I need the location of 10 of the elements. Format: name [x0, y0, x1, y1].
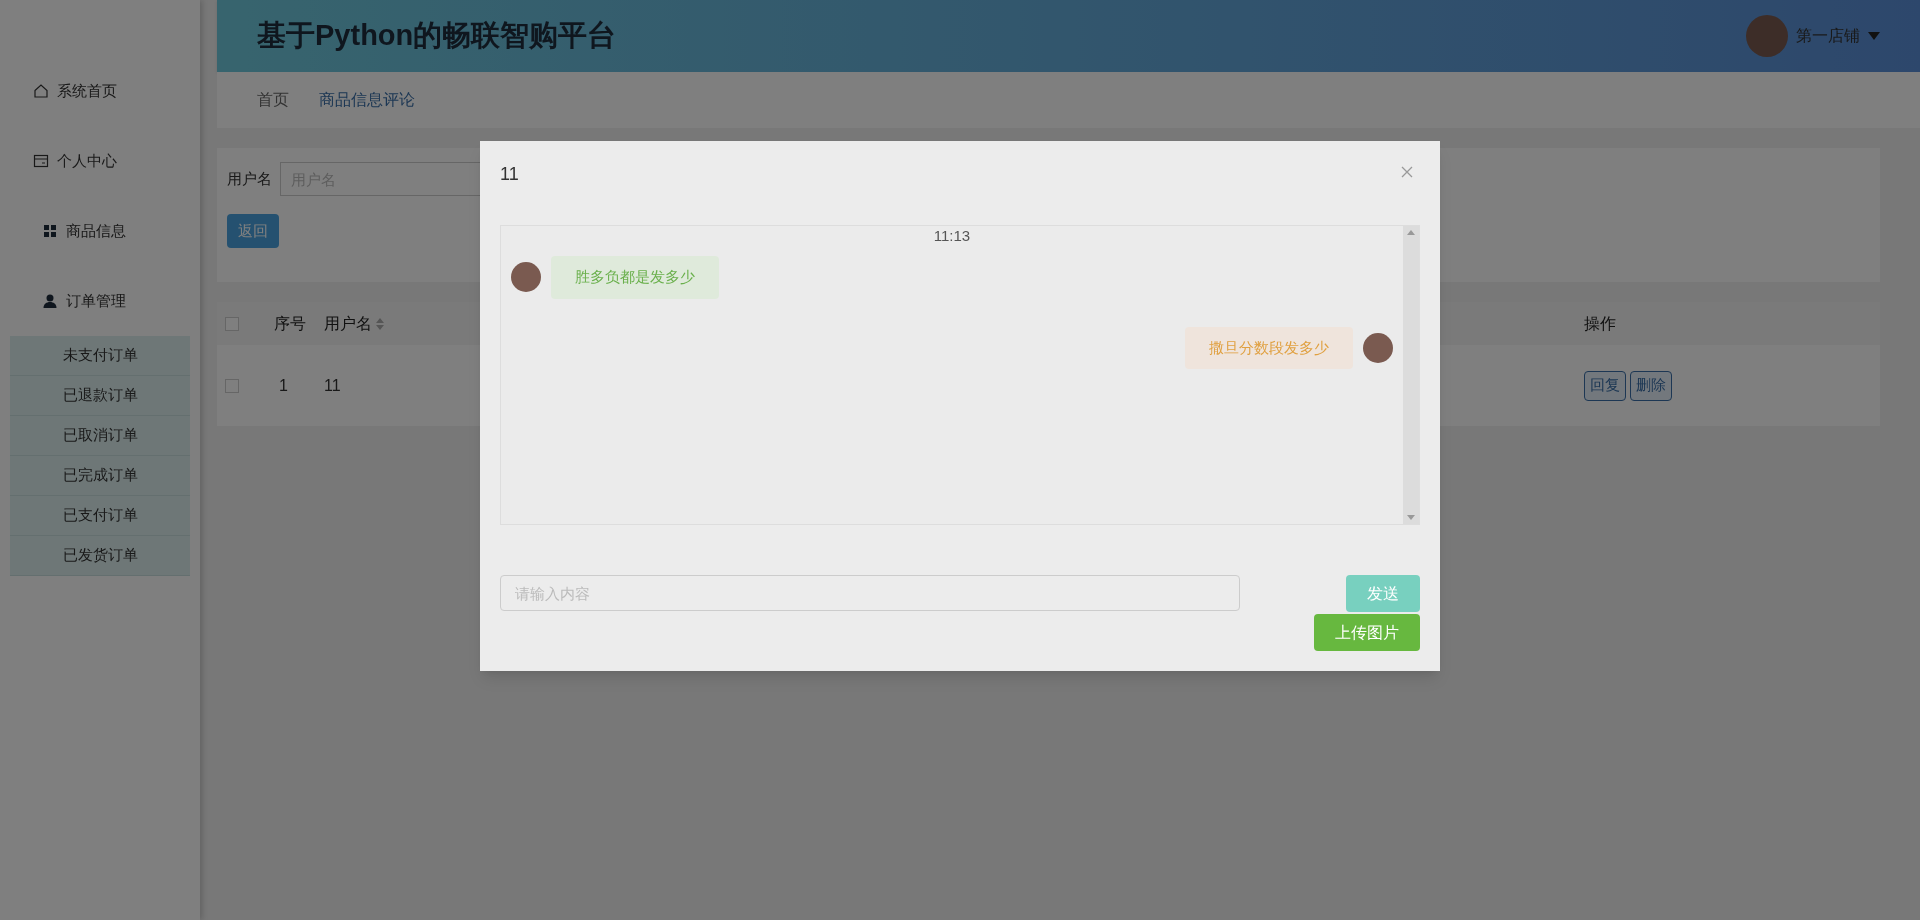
sent-message: 撒旦分数段发多少: [1185, 326, 1353, 369]
column-header: 操作: [1584, 313, 1617, 334]
message-time: 11:13: [933, 226, 971, 246]
table-cell-text: 1: [279, 375, 289, 396]
received-message: 胜多负都是发多少: [551, 256, 719, 299]
column-header: 序号: [274, 313, 307, 334]
field-label: 用户名: [227, 168, 272, 189]
app-title: 基于Python的畅联智购平台: [257, 18, 617, 54]
table-cell-text: 11: [324, 375, 342, 396]
dialog-title: 11: [500, 163, 519, 186]
